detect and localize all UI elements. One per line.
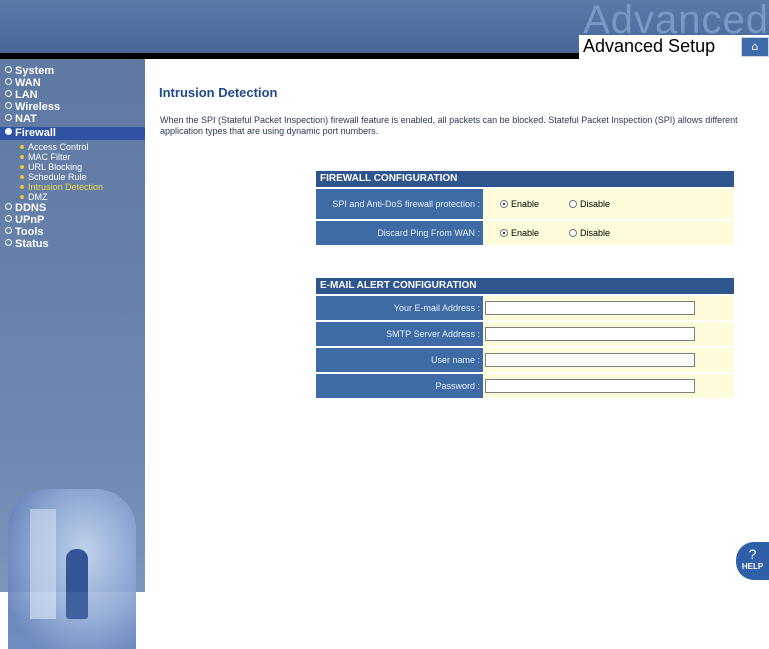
bullet-icon bbox=[20, 165, 24, 169]
radio-icon bbox=[569, 200, 578, 208]
bullet-icon bbox=[5, 203, 12, 210]
decorative-photo bbox=[8, 489, 136, 649]
bullet-icon bbox=[5, 227, 12, 234]
bullet-icon bbox=[5, 215, 12, 222]
password-input[interactable] bbox=[485, 379, 695, 393]
smtp-server-row: SMTP Server Address : bbox=[316, 320, 734, 346]
sidebar: System WAN LAN Wireless NAT Firewall Acc… bbox=[0, 59, 145, 649]
discard-ping-row: Discard Ping From WAN : Enable Disable bbox=[316, 219, 734, 245]
photo-door bbox=[30, 509, 56, 619]
sidebar-item-firewall[interactable]: Firewall bbox=[0, 127, 145, 140]
main-content: Intrusion Detection When the SPI (Statef… bbox=[145, 59, 769, 592]
sidebar-subitem-intrusion-detection[interactable]: Intrusion Detection bbox=[0, 182, 145, 192]
bullet-icon bbox=[20, 175, 24, 179]
sidebar-subitem-url-blocking[interactable]: URL Blocking bbox=[0, 162, 145, 172]
sidebar-item-tools[interactable]: Tools bbox=[0, 226, 145, 238]
smtp-server-input[interactable] bbox=[485, 327, 695, 341]
bullet-icon bbox=[5, 90, 12, 97]
bullet-icon bbox=[5, 128, 12, 135]
ping-enable-radio[interactable]: Enable bbox=[500, 228, 539, 238]
page-header-title: Advanced Setup bbox=[583, 36, 716, 56]
bullet-icon bbox=[5, 102, 12, 109]
home-button[interactable]: ⌂ bbox=[741, 37, 769, 57]
username-input[interactable] bbox=[485, 353, 695, 367]
sidebar-item-system[interactable]: System bbox=[0, 65, 145, 77]
username-label: User name : bbox=[316, 348, 483, 372]
bullet-icon bbox=[20, 145, 24, 149]
radio-selected-icon bbox=[500, 200, 508, 208]
username-row: User name : bbox=[316, 346, 734, 372]
sidebar-item-status[interactable]: Status bbox=[0, 238, 145, 250]
ping-disable-radio[interactable]: Disable bbox=[569, 228, 610, 238]
help-button[interactable]: ? HELP bbox=[736, 542, 769, 580]
sidebar-subitem-dmz[interactable]: DMZ bbox=[0, 192, 145, 202]
page-title: Intrusion Detection bbox=[159, 85, 278, 100]
spi-label: SPI and Anti-DoS firewall protection : bbox=[316, 189, 483, 219]
email-address-input[interactable] bbox=[485, 301, 695, 315]
bullet-icon bbox=[5, 66, 12, 73]
sidebar-item-upnp[interactable]: UPnP bbox=[0, 214, 145, 226]
radio-selected-icon bbox=[500, 229, 508, 237]
sidebar-item-lan[interactable]: LAN bbox=[0, 89, 145, 101]
spi-row: SPI and Anti-DoS firewall protection : E… bbox=[316, 187, 734, 219]
email-alert-heading: E-MAIL ALERT CONFIGURATION bbox=[316, 278, 734, 294]
email-address-row: Your E-mail Address : bbox=[316, 294, 734, 320]
help-label: HELP bbox=[741, 562, 764, 571]
radio-icon bbox=[569, 229, 578, 237]
sidebar-subitem-schedule-rule[interactable]: Schedule Rule bbox=[0, 172, 145, 182]
discard-ping-options: Enable Disable bbox=[483, 221, 734, 245]
home-icon: ⌂ bbox=[751, 40, 759, 53]
sidebar-nav: System WAN LAN Wireless NAT Firewall Acc… bbox=[0, 65, 145, 250]
bullet-icon bbox=[5, 78, 12, 85]
sidebar-subitem-mac-filter[interactable]: MAC Filter bbox=[0, 152, 145, 162]
email-address-label: Your E-mail Address : bbox=[316, 296, 483, 320]
firewall-config-heading: FIREWALL CONFIGURATION bbox=[316, 171, 734, 187]
page-description: When the SPI (Stateful Packet Inspection… bbox=[160, 115, 738, 136]
bullet-icon bbox=[5, 239, 12, 246]
bullet-icon bbox=[20, 195, 24, 199]
photo-figure bbox=[66, 549, 88, 619]
bullet-icon bbox=[5, 114, 12, 121]
spi-disable-radio[interactable]: Disable bbox=[569, 199, 610, 209]
question-icon: ? bbox=[748, 546, 757, 562]
spi-enable-radio[interactable]: Enable bbox=[500, 199, 539, 209]
sidebar-subitem-access-control[interactable]: Access Control bbox=[0, 142, 145, 152]
sidebar-item-nat[interactable]: NAT bbox=[0, 113, 145, 125]
smtp-server-label: SMTP Server Address : bbox=[316, 322, 483, 346]
discard-ping-label: Discard Ping From WAN : bbox=[316, 221, 483, 245]
email-alert-panel: E-MAIL ALERT CONFIGURATION Your E-mail A… bbox=[316, 278, 734, 398]
spi-options: Enable Disable bbox=[483, 189, 734, 219]
bullet-icon bbox=[20, 185, 24, 189]
password-label: Password : bbox=[316, 374, 483, 398]
sidebar-item-wireless[interactable]: Wireless bbox=[0, 101, 145, 113]
firewall-config-panel: FIREWALL CONFIGURATION SPI and Anti-DoS … bbox=[316, 171, 734, 245]
bullet-icon bbox=[20, 155, 24, 159]
password-row: Password : bbox=[316, 372, 734, 398]
sidebar-item-ddns[interactable]: DDNS bbox=[0, 202, 145, 214]
sidebar-item-wan[interactable]: WAN bbox=[0, 77, 145, 89]
